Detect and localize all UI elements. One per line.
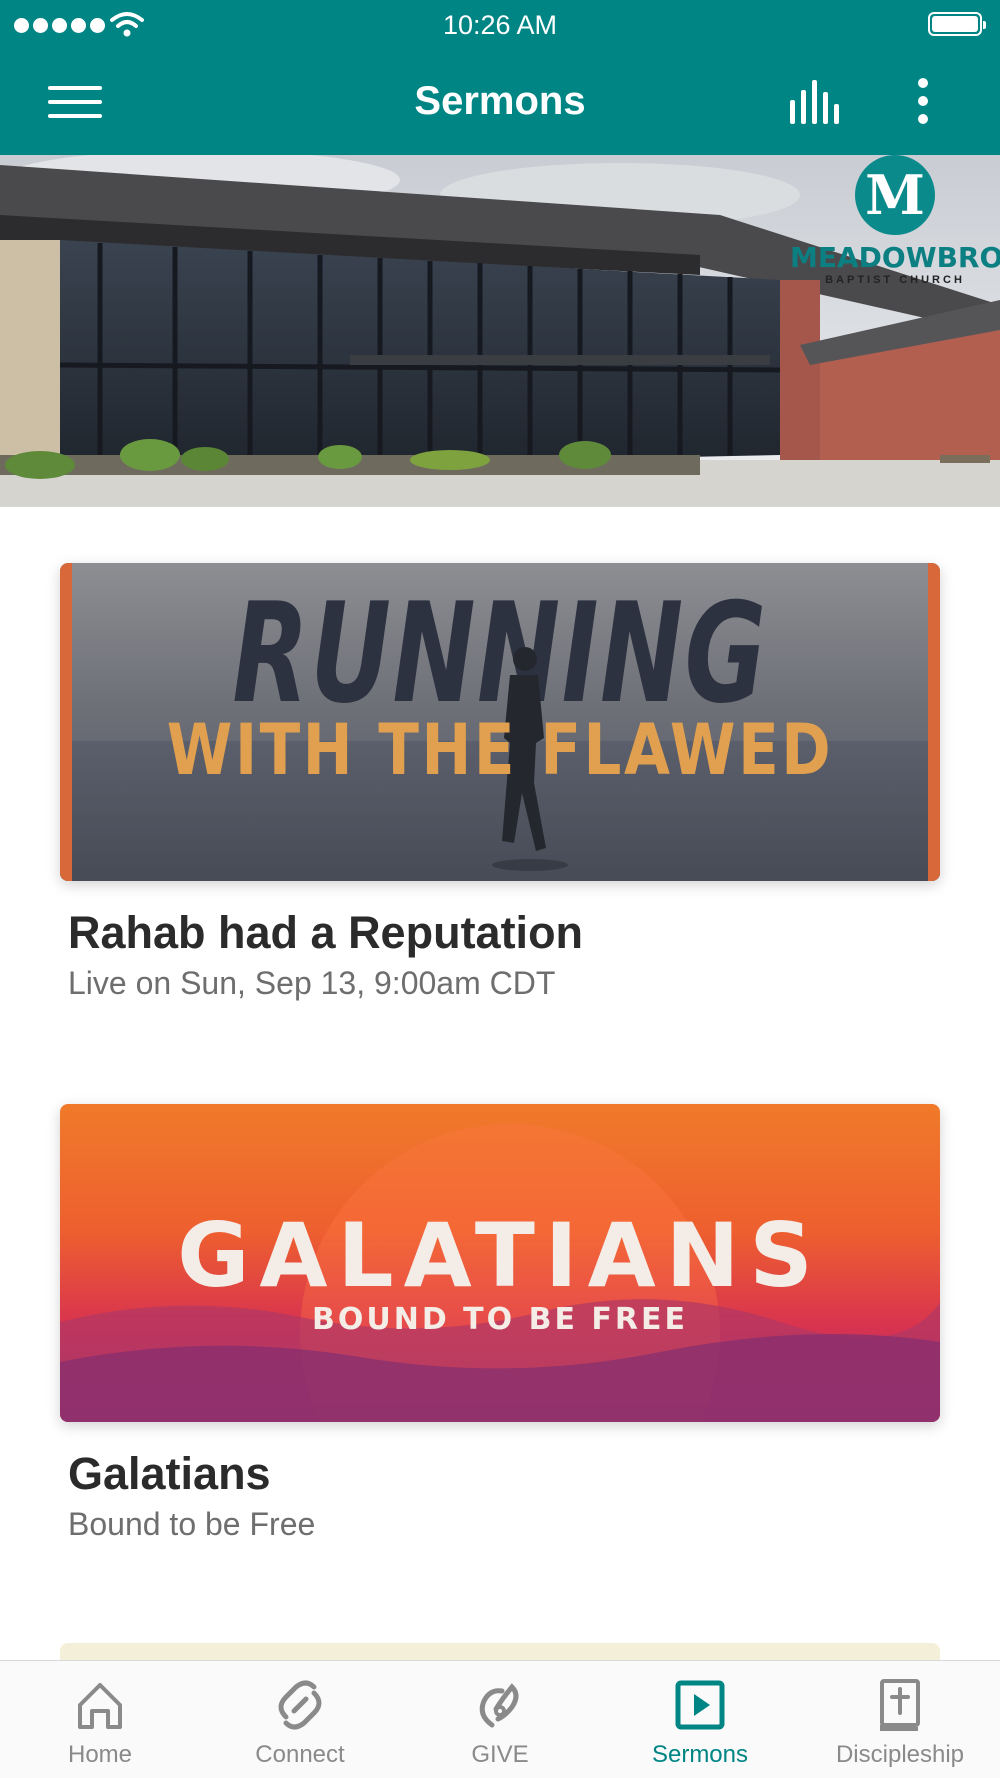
sermon-title: Rahab had a Reputation xyxy=(68,907,584,958)
logo-letter: M xyxy=(855,155,935,235)
sermon-subtitle: Bound to be Free xyxy=(68,1506,316,1542)
tab-label: Sermons xyxy=(651,1741,749,1768)
page-title: Sermons xyxy=(414,79,586,123)
sermon-title: Galatians xyxy=(68,1448,271,1499)
tab-give[interactable]: GIVE xyxy=(400,1661,600,1778)
app-header: Sermons xyxy=(0,50,1000,155)
tab-label: Connect xyxy=(255,1741,345,1768)
home-icon xyxy=(78,1683,122,1729)
connect-icon xyxy=(278,1680,322,1730)
artwork-title: GALATIANS xyxy=(177,1204,823,1307)
tab-home[interactable]: Home xyxy=(0,1661,200,1778)
church-banner-image: M MEADOWBROOK BAPTIST CHURCH xyxy=(0,155,1000,507)
sermon-subtitle: Live on Sun, Sep 13, 9:00am CDT xyxy=(68,965,556,1001)
tab-label: GIVE xyxy=(471,1741,529,1768)
sermon-card[interactable]: GALATIANS BOUND TO BE FREE Galatians Bou… xyxy=(60,1104,940,1543)
church-subtitle: BAPTIST CHURCH xyxy=(825,274,965,286)
artwork-subtitle: BOUND TO BE FREE xyxy=(312,1302,688,1337)
audio-bars-icon[interactable] xyxy=(788,78,848,126)
sermon-artwork[interactable]: RUNNING WITH THE FLAWED xyxy=(60,563,940,881)
artwork-left-edge xyxy=(60,563,72,881)
battery-icon xyxy=(928,12,986,36)
church-logo: M MEADOWBROOK BAPTIST CHURCH xyxy=(790,155,1000,286)
tab-connect[interactable]: Connect xyxy=(200,1661,400,1778)
sermon-card[interactable]: RUNNING WITH THE FLAWED Rahab had a Repu… xyxy=(60,563,940,1002)
sermon-artwork[interactable]: GALATIANS BOUND TO BE FREE xyxy=(60,1104,940,1422)
play-square-icon xyxy=(675,1680,725,1730)
artwork-subtitle: WITH THE FLAWED xyxy=(166,709,834,791)
give-icon xyxy=(479,1683,519,1728)
tab-label: Home xyxy=(67,1741,133,1768)
tab-discipleship[interactable]: Discipleship xyxy=(800,1661,1000,1778)
more-options-icon[interactable] xyxy=(906,76,942,128)
bottom-tab-bar: Home Connect GIVE Sermons Discipleship xyxy=(0,1660,1000,1778)
tab-sermons[interactable]: Sermons xyxy=(600,1661,800,1778)
status-bar: 10:26 AM xyxy=(0,0,1000,50)
tab-label: Discipleship xyxy=(835,1741,965,1768)
artwork-right-edge xyxy=(928,563,940,881)
church-name: MEADOWBROOK xyxy=(790,241,1000,274)
status-time: 10:26 AM xyxy=(442,10,558,40)
bible-icon xyxy=(880,1679,920,1731)
